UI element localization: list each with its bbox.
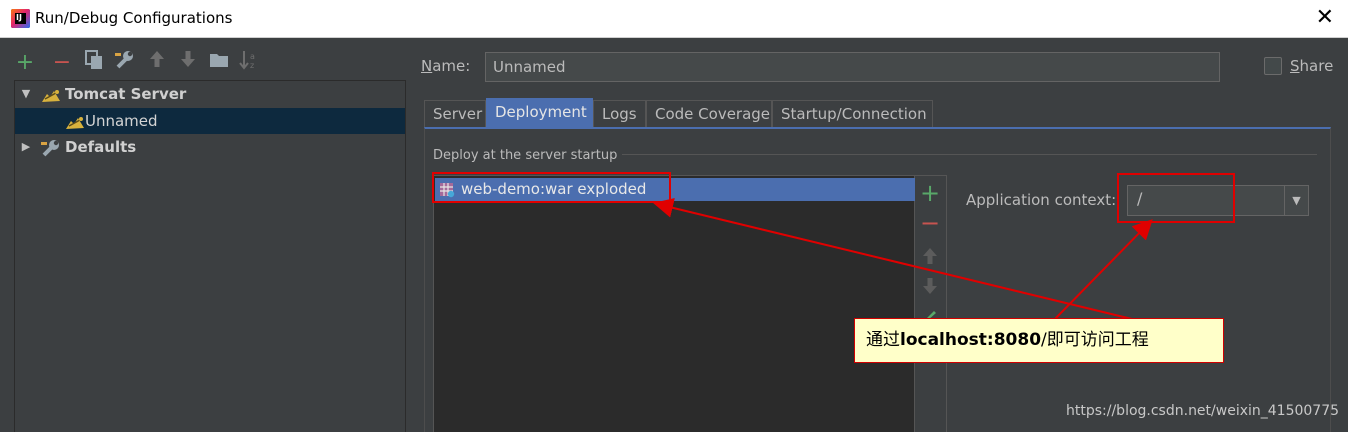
share-label[interactable]: Share	[1290, 57, 1333, 75]
folder-icon[interactable]	[208, 50, 230, 76]
close-icon[interactable]: ✕	[1316, 6, 1334, 30]
move-down-icon[interactable]	[177, 50, 199, 76]
name-input[interactable]: Unnamed	[485, 52, 1220, 82]
add-artifact-icon[interactable]: +	[915, 178, 945, 208]
tab-startup-connection[interactable]: Startup/Connection	[772, 100, 933, 128]
wrench-icon	[41, 139, 59, 157]
add-icon[interactable]: +	[14, 50, 36, 76]
tomcat-icon	[65, 113, 84, 129]
section-title: Deploy at the server startup	[433, 148, 618, 163]
config-toolbar: + − az	[14, 50, 414, 76]
tab-logs[interactable]: Logs	[593, 100, 646, 128]
remove-icon[interactable]: −	[51, 50, 73, 76]
sort-icon[interactable]: az	[239, 50, 261, 76]
svg-text:z: z	[250, 61, 254, 70]
svg-text:a: a	[250, 52, 255, 61]
copy-icon[interactable]	[83, 50, 105, 76]
collapsed-arrow-icon[interactable]: ▶	[19, 134, 33, 160]
artifact-list[interactable]: web-demo:war exploded	[433, 175, 915, 432]
expanded-arrow-icon[interactable]: ▼	[19, 81, 33, 107]
application-context-label: Application context:	[966, 191, 1117, 209]
chevron-down-icon[interactable]: ▼	[1284, 186, 1308, 215]
name-label: Name:	[421, 57, 471, 75]
context-highlight-box	[1117, 173, 1235, 223]
move-up-icon[interactable]	[146, 50, 168, 76]
title-bar: IJ Run/Debug Configurations ✕	[0, 0, 1348, 38]
artifact-highlight-box	[432, 172, 671, 203]
share-checkbox[interactable]	[1264, 57, 1282, 75]
tab-deployment[interactable]: Deployment	[486, 98, 593, 128]
tree-label-defaults: Defaults	[65, 138, 137, 156]
watermark: https://blog.csdn.net/weixin_41500775	[1066, 403, 1340, 419]
section-divider	[622, 154, 1317, 155]
window-title: Run/Debug Configurations	[35, 9, 233, 27]
tree-item-tomcat-server[interactable]: ▼ Tomcat Server	[15, 81, 405, 107]
move-down-artifact-icon[interactable]	[915, 277, 945, 299]
tab-server[interactable]: Server	[424, 100, 486, 128]
tomcat-icon	[41, 86, 60, 102]
remove-artifact-icon[interactable]: −	[915, 208, 945, 238]
wrench-icon[interactable]	[114, 50, 136, 76]
annotation-callout: 通过localhost:8080/即可访问工程	[854, 318, 1224, 363]
intellij-app-icon: IJ	[11, 9, 30, 28]
configuration-tree[interactable]: ▼ Tomcat Server Unnamed ▶ Defaults	[14, 80, 406, 432]
tree-label-tomcat-server: Tomcat Server	[65, 85, 187, 103]
tree-item-defaults[interactable]: ▶ Defaults	[15, 134, 405, 160]
tree-label-unnamed: Unnamed	[85, 112, 158, 130]
tab-code-coverage[interactable]: Code Coverage	[646, 100, 772, 128]
tree-item-unnamed[interactable]: Unnamed	[15, 108, 405, 134]
artifact-tools: + −	[915, 175, 947, 432]
move-up-artifact-icon[interactable]	[915, 247, 945, 269]
